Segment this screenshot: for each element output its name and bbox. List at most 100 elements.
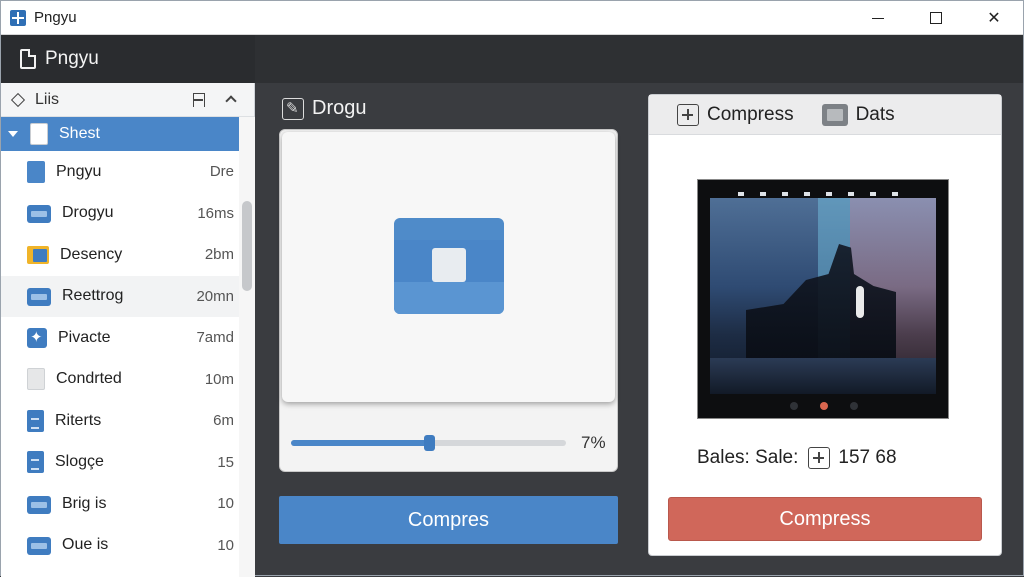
tab-dats[interactable]: Dats [821,103,895,126]
compare-split-handle[interactable] [856,286,864,318]
list-item-label: Oue is [62,536,109,554]
lines-document-icon [27,451,44,474]
list-item-meta: 20mn [196,287,234,305]
pencil-icon [282,97,304,120]
document-icon [20,49,36,69]
slider-value: 7% [581,433,606,452]
sidebar-header: Liis [1,83,254,117]
box-lip [394,282,504,314]
document-icon [30,123,48,145]
close-button[interactable]: ✕ [965,1,1023,35]
carousel-dot[interactable] [850,402,858,410]
box-paper [432,248,466,282]
box-icon [27,537,51,556]
stats-label: Bales: Sale: [697,447,799,468]
sidebar-scrollbar[interactable] [239,117,255,577]
list-item[interactable]: Pivacte 7amd [1,317,239,359]
list-item-meta: 10 [217,495,234,513]
header-title: Pngyu [45,48,99,69]
flag-icon[interactable] [193,93,205,107]
drop-area[interactable] [282,132,615,402]
preview-tabs: Compress Dats [649,95,1001,135]
list-item-label: Reettrog [62,287,124,305]
sidebar: Liis Shest Pngyu Dre Drogyu 16ms Desency… [1,83,255,577]
tab-label: Compress [707,103,794,125]
chevron-up-icon[interactable] [225,95,237,107]
compress-primary-button[interactable]: Compress [668,497,982,541]
list-item-label: Pivacte [58,328,111,346]
list-item-meta: 10 [217,536,234,554]
list-item-label: Slogçe [55,453,104,471]
list-item-label: Drogyu [62,204,114,222]
box-icon [27,205,51,224]
list-item[interactable]: Condrted 10m [1,359,239,401]
list-item[interactable]: Oue is 10 [1,525,239,567]
tab-compress[interactable]: Compress [677,103,794,126]
list-item-meta: 6m [213,412,234,430]
list-item[interactable]: Slogçe 15 [1,442,239,484]
window-controls: ✕ [849,1,1023,35]
list-item[interactable]: Shest [1,117,239,151]
plus-box-icon [677,103,699,126]
sidebar-heading: Liis [35,90,60,108]
list-item[interactable]: Pngyu Dre [1,151,239,193]
quality-slider[interactable] [291,435,566,451]
photo-water [710,358,936,394]
lines-document-icon [27,409,44,432]
minimize-icon [872,17,884,19]
stats-value: 157 68 [838,447,897,468]
diamond-icon [10,92,26,107]
film-perforations [738,192,908,196]
list-item-label: Condrted [56,370,122,388]
spark-icon [27,327,47,348]
drop-section-title: Drogu [282,97,366,120]
preview-panel: Compress Dats Bales: Sale: 157 68 Compre… [648,94,1002,556]
list-item[interactable]: Drogyu 16ms [1,193,239,235]
tab-label: Dats [855,103,895,125]
header-brand: Pngyu [1,35,255,83]
list-item-meta: Dre [209,163,234,181]
app-icon [10,9,26,26]
open-box-icon [394,218,504,314]
file-list: Shest Pngyu Dre Drogyu 16ms Desency 2bm … [1,117,239,566]
drop-title: Drogu [312,97,367,119]
list-item-meta: 16ms [197,204,234,222]
list-item[interactable]: Desency 2bm [1,234,239,276]
drop-zone[interactable] [279,129,618,472]
plus-box-icon[interactable] [808,447,831,469]
carousel-dot[interactable] [790,402,798,410]
size-stats: Bales: Sale: 157 68 [697,447,897,469]
slider-fill [291,440,429,446]
carousel-dots [698,402,950,410]
list-item[interactable]: Reettrog 20mn [1,275,239,317]
box-icon [27,495,51,514]
maximize-button[interactable] [907,1,965,35]
preview-photo [710,198,936,394]
list-item-label: Shest [59,125,100,142]
folder-icon [27,245,49,264]
compress-button[interactable]: Compres [279,496,618,544]
minimize-button[interactable] [849,1,907,35]
carousel-dot-active[interactable] [820,402,828,410]
box-icon [27,288,51,307]
scrollbar-thumb[interactable] [242,201,252,291]
maximize-icon [930,12,942,24]
list-item[interactable]: Riterts 6m [1,400,239,442]
list-item-meta: 15 [217,453,234,471]
close-icon: ✕ [987,10,1001,27]
list-item-meta: 7amd [196,329,234,347]
list-item-meta: 10m [204,370,234,388]
window-title: Pngyu [34,9,77,26]
list-item-label: Riterts [55,411,102,429]
title-bar: Pngyu ✕ [1,1,1023,35]
document-gray-icon [27,368,45,391]
header-bar: Pngyu [1,35,1023,83]
image-box-icon [821,103,848,126]
slider-thumb[interactable] [423,435,435,451]
list-item-label: Brig is [62,494,107,512]
caret-down-icon[interactable] [8,131,18,137]
document-blue-icon [27,160,45,183]
list-item[interactable]: Brig is 10 [1,483,239,525]
image-preview[interactable] [697,179,949,419]
app-window: Pngyu ✕ Pngyu Liis Shest Pngyu Dre Drogy… [0,0,1024,577]
